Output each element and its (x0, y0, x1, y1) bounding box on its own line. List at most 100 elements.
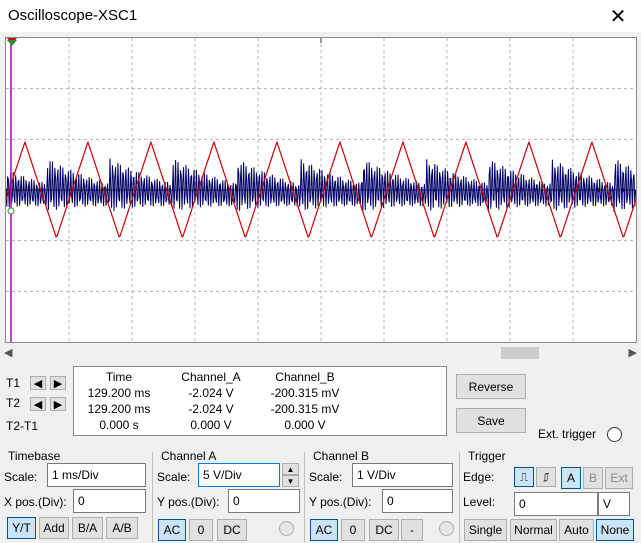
t2-right-button[interactable]: ▶ (50, 397, 66, 411)
readout-b-column: Channel_B -200.315 mV -200.315 mV 0.000 … (260, 369, 350, 433)
divider (304, 452, 305, 543)
readout-header-time: Time (105, 370, 133, 384)
channel-a-ypos-label: Y pos.(Div): (157, 495, 220, 509)
channel-b-scale-field[interactable]: 1 V/Div (352, 463, 453, 487)
readout-cell: 129.200 ms (87, 386, 151, 400)
title-bar: Oscilloscope-XSC1 ✕ (0, 0, 641, 32)
spin-up-icon: ▲ (286, 464, 295, 474)
channel-a-heading: Channel A (161, 449, 217, 463)
edge-rising-button[interactable]: ⎍ (514, 467, 534, 487)
readout-cell: 0.000 V (284, 418, 326, 432)
channel-b-zero-button[interactable]: 0 (341, 519, 365, 541)
channel-b-scale-value: 1 V/Div (357, 468, 396, 482)
readout-a-column: Channel_A -2.024 V -2.024 V 0.000 V (166, 369, 256, 433)
readout-header-b: Channel_B (275, 370, 335, 384)
ext-trigger-label: Ext. trigger (538, 427, 597, 441)
channel-a-ypos-value: 0 (233, 494, 240, 508)
timebase-xpos-label: X pos.(Div): (4, 495, 67, 509)
spin-down-icon: ▼ (286, 476, 295, 486)
scope-display[interactable] (5, 37, 637, 343)
channel-b-dc-button[interactable]: DC (369, 519, 399, 541)
rising-edge-icon: ⎍ (519, 469, 529, 484)
trigger-source-b-button[interactable]: B (583, 467, 603, 489)
channel-a-terminal (279, 521, 294, 536)
channel-a-dc-button[interactable]: DC (217, 519, 247, 541)
trigger-source-ext-button[interactable]: Ext (605, 467, 633, 489)
trigger-auto-button[interactable]: Auto (559, 519, 594, 541)
reverse-button[interactable]: Reverse (456, 374, 526, 399)
trigger-level-field[interactable]: 0 (514, 492, 598, 516)
trigger-heading: Trigger (468, 449, 506, 463)
trigger-normal-button[interactable]: Normal (510, 519, 557, 541)
spin-down-button[interactable]: ▼ (282, 475, 299, 487)
mode-yt-button[interactable]: Y/T (7, 517, 36, 539)
scroll-left-icon[interactable]: ◀ (4, 346, 12, 359)
cursor-readout: Time 129.200 ms 129.200 ms 0.000 s Chann… (73, 366, 447, 436)
t1-right-button[interactable]: ▶ (50, 376, 66, 390)
t2-left-button[interactable]: ◀ (30, 397, 46, 411)
trigger-level-label: Level: (463, 495, 496, 509)
mode-add-button[interactable]: Add (39, 517, 69, 539)
channel-b-ypos-field[interactable]: 0 (382, 489, 453, 513)
readout-header-a: Channel_A (181, 370, 241, 384)
readout-cell: 129.200 ms (87, 402, 151, 416)
channel-a-zero-button[interactable]: 0 (189, 519, 213, 541)
channel-b-scale-label: Scale: (309, 470, 343, 484)
timebase-heading: Timebase (8, 449, 61, 463)
horizontal-scrollbar[interactable]: ◀ ▶ (0, 345, 641, 361)
timebase-xpos-value: 0 (78, 494, 85, 508)
scope-plot (5, 38, 637, 342)
readout-time-column: Time 129.200 ms 129.200 ms 0.000 s (74, 369, 164, 433)
readout-cell: -200.315 mV (270, 402, 340, 416)
channel-b-ypos-label: Y pos.(Div): (309, 495, 372, 509)
timebase-scale-value: 1 ms/Div (52, 468, 99, 482)
channel-a-ypos-field[interactable]: 0 (228, 489, 300, 513)
trigger-source-a-button[interactable]: A (561, 467, 581, 489)
trigger-marker-icon (7, 207, 15, 215)
divider (152, 452, 153, 543)
channel-a-scale-value: 5 V/Div (203, 468, 242, 482)
t1-label: T1 (6, 376, 21, 390)
channel-a-ac-button[interactable]: AC (158, 519, 186, 541)
scroll-thumb[interactable] (501, 347, 539, 359)
readout-cell: -2.024 V (188, 402, 234, 416)
arrow-left-icon: ◀ (33, 377, 43, 390)
falling-edge-icon: ⎎ (542, 469, 550, 484)
trigger-level-unit[interactable]: V (598, 492, 630, 516)
readout-cell: 0.000 s (99, 418, 139, 432)
arrow-left-icon: ◀ (33, 398, 43, 411)
cursor-t2-marker-icon (7, 40, 17, 46)
trigger-level-value: 0 (519, 497, 526, 511)
readout-cell: -2.024 V (188, 386, 234, 400)
trigger-level-unit-value: V (603, 497, 612, 511)
readout-cell: -200.315 mV (270, 386, 340, 400)
readout-cell: 0.000 V (190, 418, 232, 432)
t2-label: T2 (6, 396, 21, 410)
mode-ab-button[interactable]: A/B (106, 517, 138, 539)
timebase-scale-label: Scale: (4, 470, 38, 484)
close-button[interactable]: ✕ (595, 0, 641, 32)
edge-falling-button[interactable]: ⎎ (536, 467, 556, 487)
timebase-xpos-field[interactable]: 0 (73, 489, 146, 513)
trigger-edge-label: Edge: (463, 470, 495, 484)
divider (459, 452, 460, 543)
channel-b-terminal (439, 521, 454, 536)
t1-left-button[interactable]: ◀ (30, 376, 46, 390)
trigger-none-button[interactable]: None (596, 519, 634, 541)
ext-trigger-terminal[interactable] (607, 427, 622, 442)
save-button[interactable]: Save (456, 408, 526, 433)
t2-t1-label: T2-T1 (6, 419, 39, 433)
scroll-right-icon[interactable]: ▶ (629, 346, 637, 359)
close-icon: ✕ (609, 5, 627, 28)
channel-b-ypos-value: 0 (387, 494, 394, 508)
channel-b-heading: Channel B (313, 449, 370, 463)
channel-a-scale-label: Scale: (157, 470, 191, 484)
spin-up-button[interactable]: ▲ (282, 463, 299, 475)
channel-b-invert-button[interactable]: - (401, 519, 423, 541)
trigger-single-button[interactable]: Single (464, 519, 507, 541)
channel-a-scale-field[interactable]: 5 V/Div (198, 463, 280, 487)
window-title: Oscilloscope-XSC1 (8, 7, 138, 24)
mode-ba-button[interactable]: B/A (72, 517, 103, 539)
timebase-scale-field[interactable]: 1 ms/Div (47, 463, 146, 487)
channel-b-ac-button[interactable]: AC (310, 519, 338, 541)
